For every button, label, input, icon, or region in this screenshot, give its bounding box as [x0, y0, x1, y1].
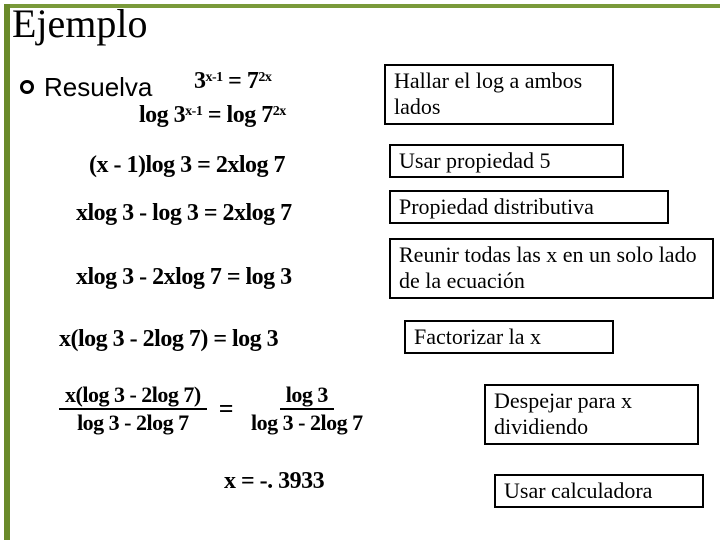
step-box-5: Factorizar la x	[404, 320, 614, 354]
fraction-left: x(log 3 - 2log 7) log 3 - 2log 7	[59, 384, 207, 434]
bullet-text: Resuelva	[44, 72, 152, 102]
step-box-3: Propiedad distributiva	[389, 190, 669, 224]
bullet-ring-icon	[20, 80, 34, 94]
slide-title: Ejemplo	[12, 0, 148, 47]
step-box-6: Despejar para x dividiendo	[484, 384, 699, 445]
equation-6: x(log 3 - 2log 7) = log 3	[59, 326, 278, 353]
step-box-4: Reunir todas las x en un solo lado de la…	[389, 238, 714, 299]
equals-sign: =	[215, 394, 237, 424]
bullet-resuelva: Resuelva	[20, 72, 152, 103]
equation-7: x(log 3 - 2log 7) log 3 - 2log 7 = log 3…	[59, 382, 369, 434]
fraction-right: log 3 log 3 - 2log 7	[245, 384, 369, 434]
equation-4: xlog 3 - log 3 = 2xlog 7	[76, 200, 292, 227]
equation-3: (x - 1)log 3 = 2xlog 7	[89, 152, 285, 179]
step-box-2: Usar propiedad 5	[389, 144, 624, 178]
step-box-1: Hallar el log a ambos lados	[384, 64, 614, 125]
equation-8: x = -. 3933	[224, 468, 324, 495]
equation-5: xlog 3 - 2xlog 7 = log 3	[76, 264, 292, 291]
equation-2: log 3x-1 = log 72x	[139, 102, 286, 129]
equation-1: 3x-1 = 72x	[194, 68, 271, 95]
step-box-7: Usar calculadora	[494, 474, 704, 508]
